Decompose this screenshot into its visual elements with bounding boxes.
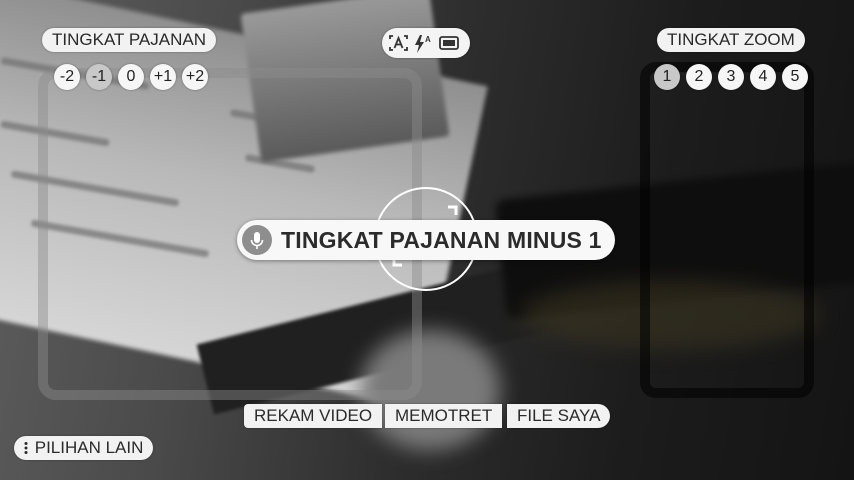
more-options-label: PILIHAN LAIN xyxy=(34,438,144,457)
mode-icons-svg: A xyxy=(389,35,459,53)
exposure-level-0[interactable]: 0 xyxy=(118,64,144,90)
zoom-title: TINGKAT ZOOM xyxy=(657,28,805,52)
record-video-button[interactable]: REKAM VIDEO xyxy=(244,404,383,428)
svg-text:A: A xyxy=(425,35,431,44)
zoom-level-5[interactable]: 5 xyxy=(782,64,808,90)
take-photo-button[interactable]: MEMOTRET xyxy=(385,404,503,428)
aspect-ratio-icon[interactable] xyxy=(439,36,459,50)
camera-mode-pill[interactable]: A xyxy=(382,28,470,58)
exposure-level-plus-2[interactable]: +2 xyxy=(182,64,208,90)
zoom-level-1[interactable]: 1 xyxy=(654,64,680,90)
exposure-level-minus-2[interactable]: -2 xyxy=(54,64,80,90)
zoom-level-2[interactable]: 2 xyxy=(686,64,712,90)
more-vert-icon xyxy=(22,436,30,460)
toast-text: TINGKAT PAJANAN MINUS 1 xyxy=(281,227,602,253)
mic-icon xyxy=(242,225,272,255)
exposure-title: TINGKAT PAJANAN xyxy=(42,28,216,52)
flash-auto-icon[interactable]: A xyxy=(415,35,431,53)
my-files-button[interactable]: FILE SAYA xyxy=(507,404,611,428)
exposure-level-plus-1[interactable]: +1 xyxy=(150,64,176,90)
zoom-level-4[interactable]: 4 xyxy=(750,64,776,90)
viewfinder-frame-right xyxy=(640,62,814,398)
more-options-button[interactable]: PILIHAN LAIN xyxy=(14,436,154,460)
exposure-level-minus-1[interactable]: -1 xyxy=(86,64,112,90)
exposure-toast: TINGKAT PAJANAN MINUS 1 xyxy=(237,220,615,260)
zoom-level-3[interactable]: 3 xyxy=(718,64,744,90)
auto-focus-icon[interactable] xyxy=(389,35,408,51)
